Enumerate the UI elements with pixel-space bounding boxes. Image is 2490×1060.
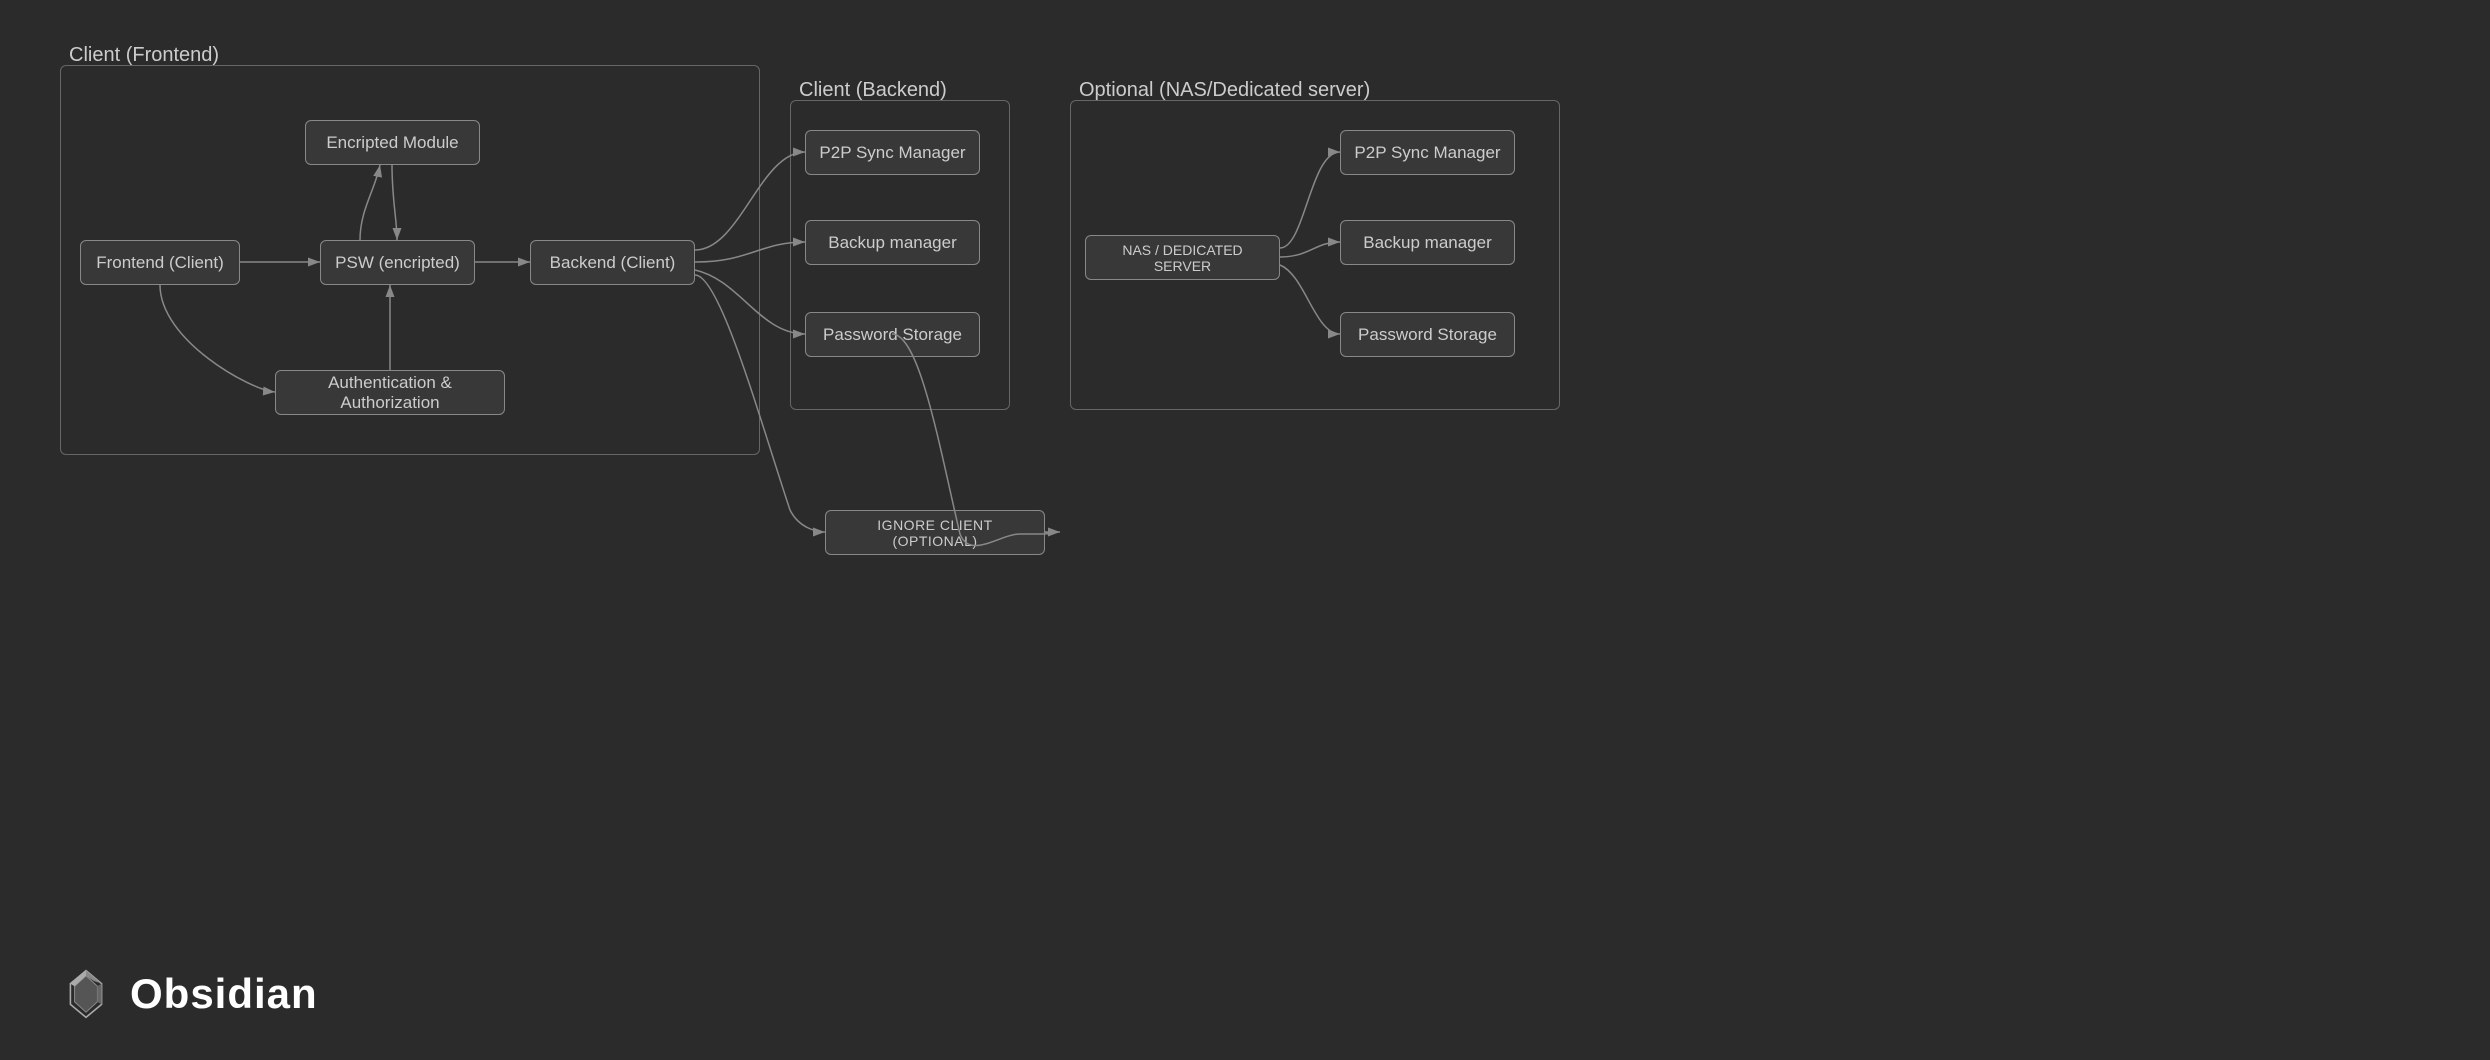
group-frontend-label: Client (Frontend)	[69, 44, 219, 67]
node-backup-manager-client: Backup manager	[805, 220, 980, 265]
node-backend-client: Backend (Client)	[530, 240, 695, 285]
node-psw-encrypted: PSW (encripted)	[320, 240, 475, 285]
node-password-storage-client: Password Storage	[805, 312, 980, 357]
node-auth-authorization: Authentication & Authorization	[275, 370, 505, 415]
obsidian-icon	[60, 968, 112, 1020]
node-p2p-sync-optional: P2P Sync Manager	[1340, 130, 1515, 175]
node-frontend-client: Frontend (Client)	[80, 240, 240, 285]
node-p2p-sync-client: P2P Sync Manager	[805, 130, 980, 175]
diagram-container: Client (Frontend) Client (Backend) Optio…	[0, 0, 2490, 1060]
node-password-storage-optional: Password Storage	[1340, 312, 1515, 357]
group-optional-label: Optional (NAS/Dedicated server)	[1079, 79, 1370, 102]
node-encrypted-module: Encripted Module	[305, 120, 480, 165]
obsidian-brand-text: Obsidian	[130, 970, 318, 1018]
group-backend-label: Client (Backend)	[799, 79, 947, 102]
obsidian-logo: Obsidian	[60, 968, 318, 1020]
node-nas-server: NAS / DEDICATED SERVER	[1085, 235, 1280, 280]
node-backup-manager-optional: Backup manager	[1340, 220, 1515, 265]
node-ignore-client: IGNORE CLIENT (OPTIONAL)	[825, 510, 1045, 555]
